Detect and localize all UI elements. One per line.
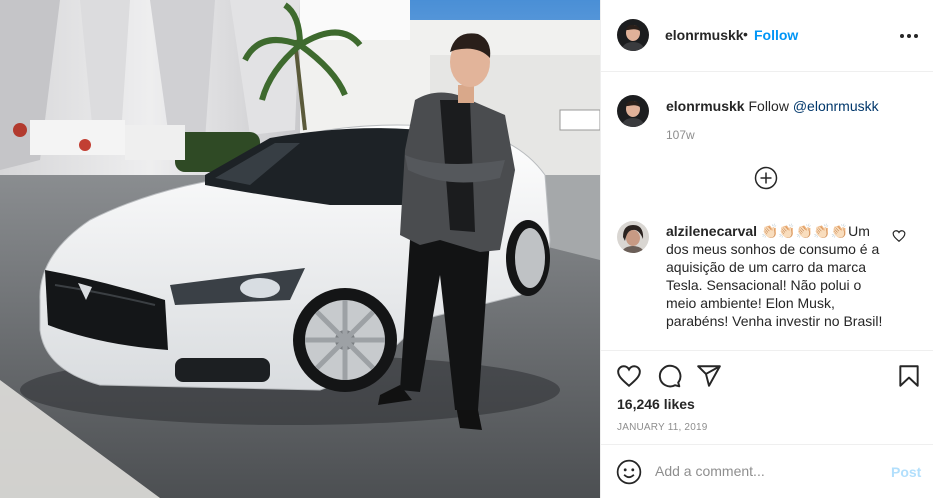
heart-icon[interactable] <box>616 363 642 389</box>
likes-count[interactable]: 16,246 likes <box>617 396 695 412</box>
action-bar: 16,246 likes JANUARY 11, 2019 <box>601 350 933 444</box>
caption-username[interactable]: elonrmuskk <box>666 98 745 114</box>
post-comment-button[interactable]: Post <box>891 464 921 480</box>
caption-mention[interactable]: @elonrmuskk <box>793 98 879 114</box>
comment-icon[interactable] <box>656 363 682 389</box>
comment-input[interactable] <box>655 460 875 482</box>
post-panel: elonrmuskk • Follow elonrmuskk Follow @e… <box>600 0 933 498</box>
heart-icon[interactable] <box>892 229 906 243</box>
post-header: elonrmuskk • Follow <box>601 0 933 72</box>
comment-text: alzilenecarval 👏🏻👏🏻👏🏻👏🏻👏🏻Um dos meus son… <box>666 222 886 330</box>
more-horizontal-icon[interactable] <box>897 26 921 46</box>
caption-text: elonrmuskk Follow @elonrmuskk <box>666 97 916 115</box>
bookmark-icon[interactable] <box>896 363 922 389</box>
separator-dot: • <box>743 26 748 42</box>
caption-avatar[interactable] <box>617 95 649 127</box>
comments-list[interactable]: elonrmuskk Follow @elonrmuskk 107w alzil… <box>601 72 933 350</box>
add-comment-bar: Post <box>601 444 933 498</box>
comment-username[interactable]: alzilenecarval <box>666 223 757 239</box>
plus-circle-icon[interactable] <box>754 166 778 190</box>
share-icon[interactable] <box>696 363 722 389</box>
post-photo[interactable] <box>0 0 600 498</box>
author-avatar[interactable] <box>617 19 649 51</box>
follow-button[interactable]: Follow <box>754 27 798 43</box>
author-username[interactable]: elonrmuskk <box>665 27 744 43</box>
caption-timestamp[interactable]: 107w <box>666 128 695 142</box>
smiley-icon[interactable] <box>616 459 642 485</box>
commenter-avatar[interactable] <box>617 221 649 253</box>
comment-emoji: 👏🏻👏🏻👏🏻👏🏻👏🏻 <box>760 223 849 239</box>
post-date[interactable]: JANUARY 11, 2019 <box>617 422 707 433</box>
caption-body: Follow <box>748 98 793 114</box>
post-image <box>0 0 600 498</box>
